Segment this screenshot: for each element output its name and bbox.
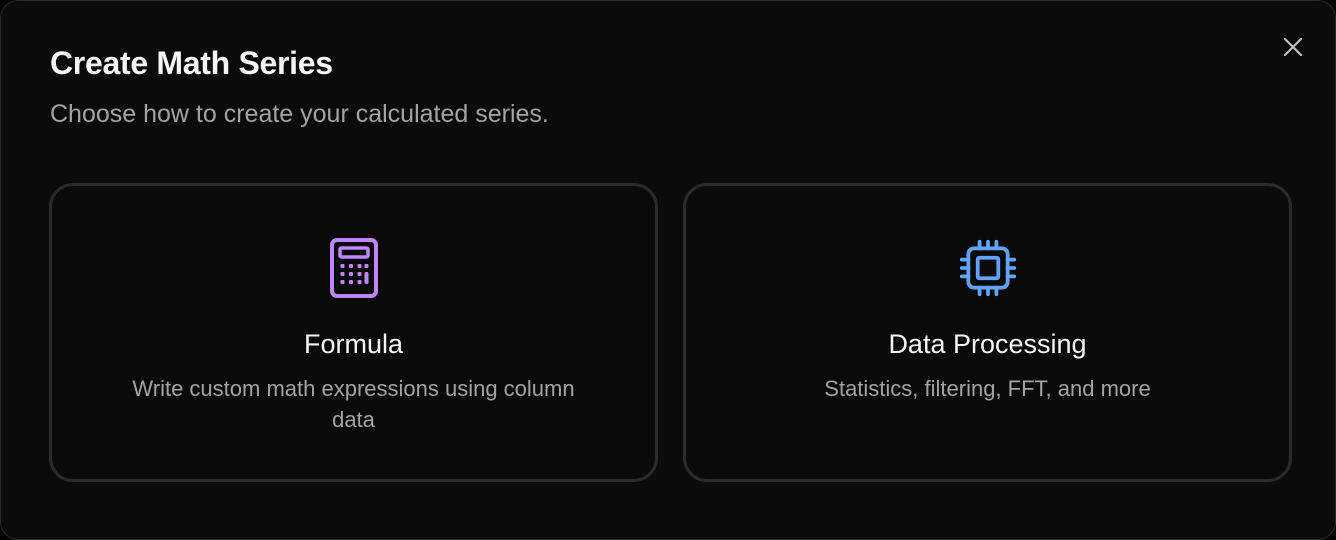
data-processing-option-card[interactable]: Data Processing Statistics, filtering, F… (683, 183, 1292, 482)
formula-option-card[interactable]: Formula Write custom math expressions us… (49, 183, 658, 482)
dialog-subtitle: Choose how to create your calculated ser… (50, 100, 549, 128)
create-math-series-dialog: Create Math Series Choose how to create … (0, 0, 1336, 540)
dialog-title: Create Math Series (50, 45, 333, 81)
close-button[interactable] (1277, 31, 1309, 63)
close-icon (1283, 37, 1303, 57)
cpu-chip-icon (959, 236, 1017, 300)
calculator-icon (325, 236, 383, 300)
formula-description: Write custom math expressions using colu… (132, 376, 575, 432)
formula-title: Formula (303, 329, 404, 359)
data-processing-title: Data Processing (888, 329, 1087, 359)
data-processing-description: Statistics, filtering, FFT, and more (824, 376, 1151, 401)
